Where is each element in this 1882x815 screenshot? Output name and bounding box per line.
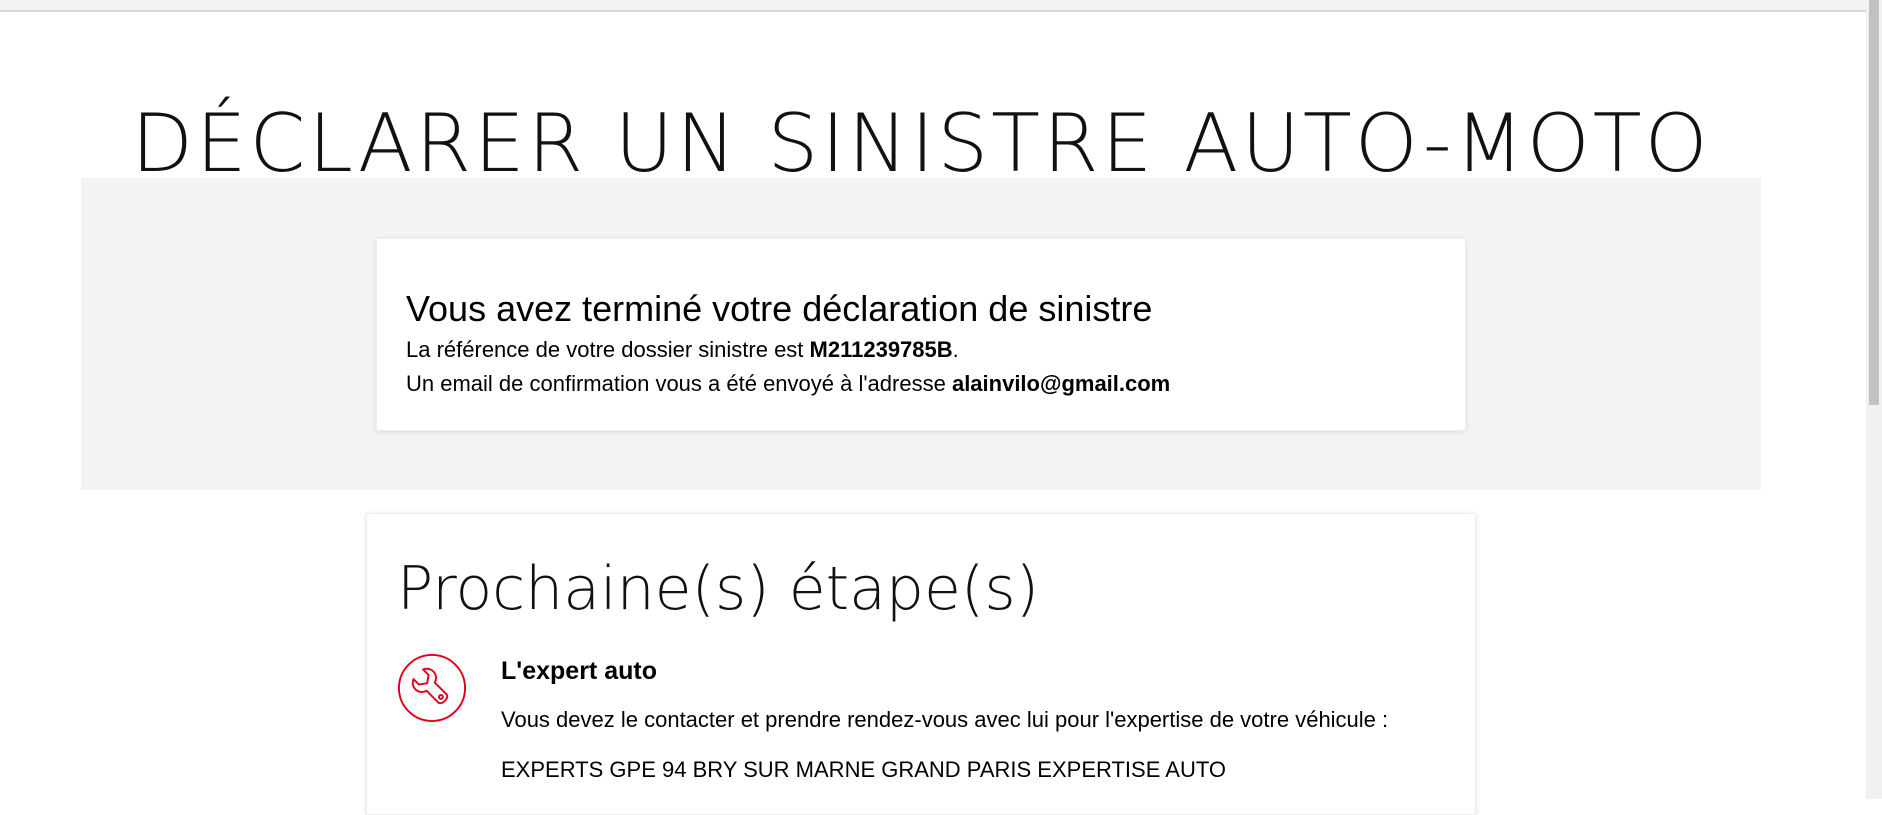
next-steps-title: Prochaine(s) étape(s): [397, 554, 1040, 624]
browser-top-bar: [0, 0, 1866, 12]
claim-reference-number: M211239785B: [809, 337, 953, 362]
scrollbar-thumb[interactable]: [1869, 0, 1879, 405]
wrench-icon: [397, 653, 467, 723]
step-description: Vous devez le contacter et prendre rende…: [501, 707, 1389, 732]
confirmation-card: Vous avez terminé votre déclaration de s…: [376, 238, 1466, 431]
confirmation-email-address: alainvilo@gmail.com: [951, 371, 1171, 396]
step-title: L'expert auto: [501, 657, 657, 685]
expert-name: EXPERTS GPE 94 BRY SUR MARNE GRAND PARIS…: [501, 757, 1227, 782]
next-steps-card: Prochaine(s) étape(s) L'expert auto Vous…: [366, 513, 1476, 815]
reference-line: La référence de votre dossier sinistre e…: [406, 336, 959, 364]
reference-suffix: .: [952, 337, 959, 362]
email-label: Un email de confirmation vous a été envo…: [406, 371, 952, 396]
email-line: Un email de confirmation vous a été envo…: [406, 370, 1170, 398]
reference-label: La référence de votre dossier sinistre e…: [406, 337, 810, 362]
vertical-scrollbar[interactable]: [1866, 0, 1882, 799]
confirmation-heading: Vous avez terminé votre déclaration de s…: [406, 288, 1153, 329]
